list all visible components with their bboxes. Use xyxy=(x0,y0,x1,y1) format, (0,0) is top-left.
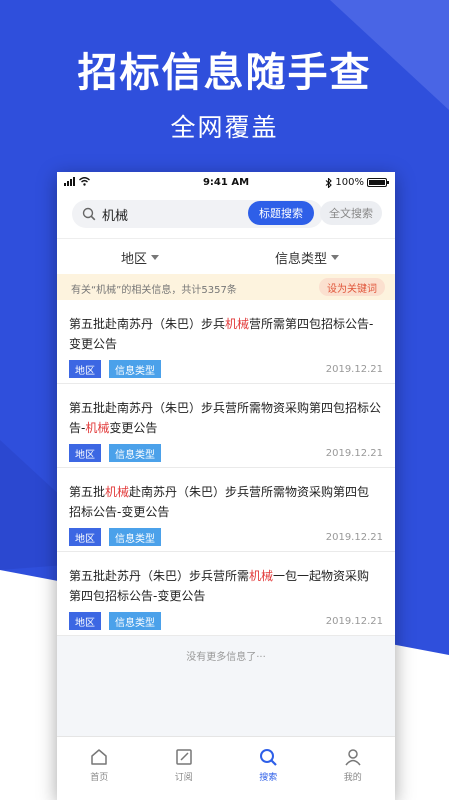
battery-icon xyxy=(367,178,389,187)
home-icon xyxy=(91,749,107,765)
battery-percent: 100% xyxy=(335,177,364,188)
region-filter[interactable]: 地区 xyxy=(121,248,160,267)
item-tags: 地区 信息类型 xyxy=(69,360,161,378)
search-icon xyxy=(260,749,278,766)
type-tag: 信息类型 xyxy=(109,360,161,378)
chevron-down-icon xyxy=(331,255,340,260)
keyword-highlight: 机械 xyxy=(85,421,110,435)
tab-home-label: 首页 xyxy=(90,773,109,783)
type-filter[interactable]: 信息类型 xyxy=(275,248,340,267)
fulltext-search-button[interactable]: 全文搜索 xyxy=(320,201,382,225)
item-tags: 地区 信息类型 xyxy=(69,528,161,546)
no-more-text: 没有更多信息了··· xyxy=(186,652,266,663)
user-icon xyxy=(345,749,361,766)
result-notice: 有关“机械”的相关信息，共计5357条 设为关键词 xyxy=(57,274,395,300)
type-tag: 信息类型 xyxy=(109,528,161,546)
type-tag: 信息类型 xyxy=(109,612,161,630)
region-tag: 地区 xyxy=(69,612,101,630)
bottom-tab-bar: 首页 订阅 搜索 我的 xyxy=(57,736,395,800)
status-right: 100% xyxy=(325,177,389,188)
type-filter-label: 信息类型 xyxy=(275,252,328,267)
type-tag: 信息类型 xyxy=(109,444,161,462)
set-keyword-button[interactable]: 设为关键词 xyxy=(319,278,385,296)
filter-bar: 地区 信息类型 xyxy=(57,238,395,274)
keyword-highlight: 机械 xyxy=(249,569,274,583)
promo-title: 招标信息随手查 xyxy=(77,50,372,96)
tab-subscribe-label: 订阅 xyxy=(174,773,193,783)
item-title: 第五批赴苏丹（朱巴）步兵营所需机械一包一起物资采购第四包招标公告-变更公告 xyxy=(69,569,370,603)
subscribe-icon xyxy=(176,749,192,765)
region-tag: 地区 xyxy=(69,528,101,546)
item-tags: 地区 信息类型 xyxy=(69,612,161,630)
item-title: 第五批赴南苏丹（朱巴）步兵机械营所需第四包招标公告-变更公告 xyxy=(69,317,374,351)
region-filter-label: 地区 xyxy=(121,252,148,267)
search-icon xyxy=(82,207,96,221)
list-item[interactable]: 第五批赴苏丹（朱巴）步兵营所需机械一包一起物资采购第四包招标公告-变更公告 地区… xyxy=(57,552,395,636)
region-tag: 地区 xyxy=(69,444,101,462)
result-list: 第五批赴南苏丹（朱巴）步兵机械营所需第四包招标公告-变更公告 地区 信息类型 2… xyxy=(57,300,395,636)
phone-screen: 9:41 AM 100% 机械 标题搜索 全文搜索 地区 信息类型 有关“机械”… xyxy=(57,172,395,800)
tab-mine-label: 我的 xyxy=(343,773,362,783)
search-query: 机械 xyxy=(102,208,129,224)
tab-search-label: 搜索 xyxy=(259,773,278,783)
search-bar: 机械 标题搜索 全文搜索 xyxy=(57,194,395,238)
status-bar: 9:41 AM 100% xyxy=(57,172,395,194)
keyword-highlight: 机械 xyxy=(105,485,130,499)
tab-home[interactable]: 首页 xyxy=(57,737,142,800)
bluetooth-icon xyxy=(326,177,333,188)
item-title: 第五批机械赴南苏丹（朱巴）步兵营所需物资采购第四包招标公告-变更公告 xyxy=(69,485,370,519)
region-tag: 地区 xyxy=(69,360,101,378)
tab-search[interactable]: 搜索 xyxy=(226,737,311,800)
result-count-text: 有关“机械”的相关信息，共计5357条 xyxy=(71,285,237,296)
chevron-down-icon xyxy=(151,255,160,260)
keyword-highlight: 机械 xyxy=(225,317,250,331)
list-item[interactable]: 第五批赴南苏丹（朱巴）步兵机械营所需第四包招标公告-变更公告 地区 信息类型 2… xyxy=(57,300,395,384)
item-date: 2019.12.21 xyxy=(325,616,383,627)
list-item[interactable]: 第五批赴南苏丹（朱巴）步兵营所需物资采购第四包招标公告-机械变更公告 地区 信息… xyxy=(57,384,395,468)
tab-subscribe[interactable]: 订阅 xyxy=(142,737,227,800)
promo-subtitle: 全网覆盖 xyxy=(170,113,279,142)
item-tags: 地区 信息类型 xyxy=(69,444,161,462)
title-search-button[interactable]: 标题搜索 xyxy=(248,201,314,225)
item-date: 2019.12.21 xyxy=(325,364,383,375)
item-date: 2019.12.21 xyxy=(325,448,383,459)
tab-mine[interactable]: 我的 xyxy=(311,737,396,800)
item-date: 2019.12.21 xyxy=(325,532,383,543)
list-item[interactable]: 第五批机械赴南苏丹（朱巴）步兵营所需物资采购第四包招标公告-变更公告 地区 信息… xyxy=(57,468,395,552)
item-title: 第五批赴南苏丹（朱巴）步兵营所需物资采购第四包招标公告-机械变更公告 xyxy=(69,401,382,435)
